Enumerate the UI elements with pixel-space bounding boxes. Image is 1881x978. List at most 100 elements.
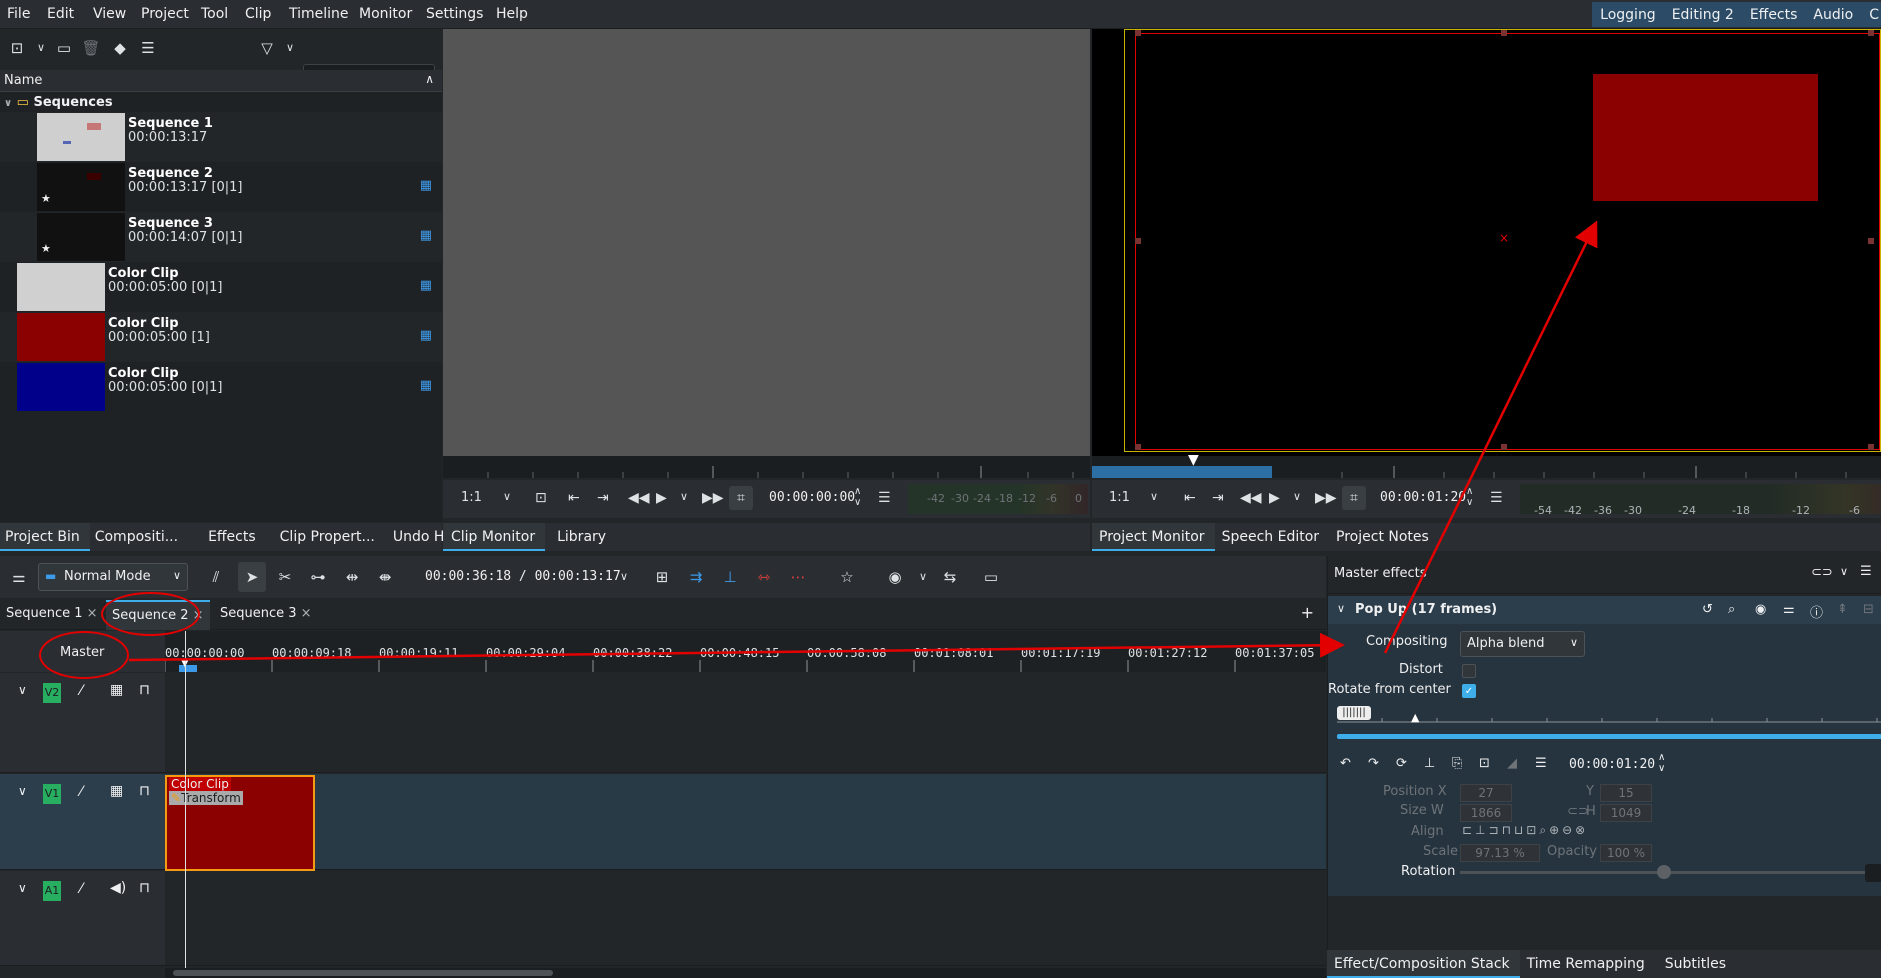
list-item[interactable]: Color Clip 00:00:05:00 [0|1] ▦	[0, 262, 442, 312]
edit-mode-select[interactable]: ▬ Normal Mode ∨	[38, 563, 188, 591]
keyframe-timecode[interactable]: 00:00:01:20	[1569, 757, 1655, 772]
chevron-down-icon[interactable]: ∨	[614, 568, 634, 586]
add-sequence-icon[interactable]: +	[1301, 603, 1314, 622]
razor-tool-icon[interactable]: ✂	[275, 568, 295, 586]
lock-icon[interactable]: ⊓	[139, 682, 150, 698]
tab-sequence-1[interactable]: Sequence 1 ×	[6, 606, 98, 621]
subtitle-icon[interactable]: ▭	[981, 568, 1001, 586]
spin-arrows-icon[interactable]: ∧ ∨	[854, 486, 861, 508]
rotate-center-checkbox[interactable]: ✓	[1462, 684, 1476, 698]
film-icon[interactable]: ▦	[110, 682, 123, 698]
crop-icon[interactable]: ⌗	[1342, 486, 1366, 510]
menu-clip[interactable]: Clip	[245, 6, 271, 22]
compare-icon[interactable]: ⊂⊃	[1811, 565, 1833, 580]
track-header-v2[interactable]: ∨ V2 ⁄ ▦ ⊓	[0, 673, 165, 773]
spin-arrows-icon[interactable]: ∧ ∨	[1658, 752, 1665, 774]
tab-effect-stack[interactable]: Effect/Composition Stack	[1327, 950, 1520, 978]
rotation-slider[interactable]	[1460, 865, 1870, 879]
keyframe-ruler[interactable]: ||||||| ▲	[1337, 706, 1881, 728]
align-icons[interactable]: ⊏⊥⊐⊓⊔⊡⌕⊕⊖⊗	[1462, 823, 1588, 838]
menu-icon[interactable]: ☰	[1535, 756, 1547, 771]
layout-more[interactable]: C	[1861, 7, 1881, 23]
menu-view[interactable]: View	[93, 6, 126, 22]
chevron-down-icon[interactable]: ∨	[1150, 490, 1158, 503]
track-tag[interactable]: V2	[43, 683, 61, 703]
list-item[interactable]: Color Clip 00:00:05:00 [0|1] ▦	[0, 362, 442, 412]
collapse-icon[interactable]: ∨	[18, 881, 27, 895]
set-in-icon[interactable]: ⇤	[1184, 490, 1196, 506]
menu-icon[interactable]: ☰	[138, 39, 158, 57]
speaker-icon[interactable]: ◀)	[110, 880, 126, 896]
chevron-down-icon[interactable]: ∨	[1293, 490, 1301, 503]
zoom-select[interactable]: 1:1	[461, 490, 482, 505]
timeline-clip[interactable]: Color Clip ✎Transform	[165, 775, 315, 871]
favorite-icon[interactable]: ☆	[837, 568, 857, 586]
opacity-field[interactable]: 100 %	[1600, 844, 1652, 862]
track-a1[interactable]	[165, 871, 1326, 966]
tab-speech-editor[interactable]: Speech Editor	[1215, 523, 1329, 551]
menu-icon[interactable]: ☰	[1860, 564, 1872, 579]
add-clip-icon[interactable]: ⊡	[7, 39, 27, 57]
crop-icon[interactable]: ⌗	[729, 486, 753, 510]
chevron-down-icon[interactable]: ∨	[280, 39, 300, 57]
chevron-down-icon[interactable]: ∨	[1840, 565, 1848, 578]
project-monitor-ruler[interactable]: ▼	[1092, 452, 1881, 478]
list-item[interactable]: Color Clip 00:00:05:00 [1] ▦	[0, 312, 442, 362]
reset-icon[interactable]: ↺	[1702, 602, 1713, 617]
tag-icon[interactable]: ◆	[110, 39, 130, 57]
zoom-select[interactable]: 1:1	[1109, 490, 1130, 505]
chevron-up-icon[interactable]: ∧	[425, 72, 434, 86]
tab-library[interactable]: Library	[545, 523, 616, 551]
tab-project-bin[interactable]: Project Bin	[0, 523, 90, 551]
effects-wand-icon[interactable]: ⁄	[80, 784, 82, 800]
collapse-icon[interactable]: ∨	[18, 683, 27, 697]
tab-compositions[interactable]: Compositi...	[90, 523, 188, 551]
chevron-down-icon[interactable]: ∨	[913, 568, 933, 586]
chevron-down-icon[interactable]: ∨	[1337, 602, 1345, 615]
track-v1[interactable]: Color Clip ✎Transform	[165, 774, 1326, 871]
rewind-icon[interactable]: ◀◀	[628, 490, 650, 506]
insert-icon[interactable]: ⊞	[652, 568, 672, 586]
y-field[interactable]: 15	[1600, 784, 1652, 802]
slider-handle[interactable]	[1657, 865, 1671, 879]
copy-icon[interactable]: ⎘	[1452, 756, 1462, 771]
set-out-icon[interactable]: ⇥	[597, 490, 609, 506]
trash-icon[interactable]: 🗑	[81, 39, 101, 57]
list-item[interactable]: ★ Sequence 3 00:00:14:07 [0|1] ▦	[0, 212, 442, 262]
set-in-icon[interactable]: ⇤	[568, 490, 580, 506]
layout-effects[interactable]: Effects	[1742, 7, 1806, 23]
scrollbar-handle[interactable]	[173, 970, 553, 976]
clip-monitor-view[interactable]	[443, 29, 1090, 456]
compositing-select[interactable]: Alpha blend ∨	[1460, 631, 1585, 657]
spacer-tool-icon[interactable]: ⫽	[206, 568, 226, 586]
menu-help[interactable]: Help	[496, 6, 528, 22]
track-v2[interactable]	[165, 673, 1326, 773]
folder-icon[interactable]: ▭	[54, 39, 74, 57]
add-keyframe-icon[interactable]: ⟳	[1396, 756, 1407, 771]
record-icon[interactable]: ◉	[885, 568, 905, 586]
layout-audio[interactable]: Audio	[1805, 7, 1861, 23]
timeline-scrollbar[interactable]	[165, 968, 1326, 978]
track-header-v1[interactable]: ∨ V1 ⁄ ▦ ⊓	[0, 774, 165, 870]
play-icon[interactable]: ▶	[656, 490, 667, 506]
roll-tool-icon[interactable]: ⇼	[375, 568, 395, 586]
tab-subtitles[interactable]: Subtitles	[1655, 950, 1736, 978]
track-tag[interactable]: V1	[43, 784, 61, 804]
tab-effects[interactable]: Effects	[188, 523, 266, 551]
h-field[interactable]: 1049	[1600, 804, 1652, 822]
distort-checkbox[interactable]	[1462, 664, 1476, 678]
eye-icon[interactable]: ◉	[1755, 602, 1766, 617]
film-icon[interactable]: ▦	[110, 783, 123, 799]
overwrite-icon[interactable]: ⇉	[686, 568, 706, 586]
mixer-icon[interactable]: ⇆	[940, 568, 960, 586]
lock-icon[interactable]: ⊓	[139, 783, 150, 799]
collapse-icon[interactable]: ∨	[18, 784, 27, 798]
tab-time-remapping[interactable]: Time Remapping	[1520, 950, 1655, 978]
next-keyframe-icon[interactable]: ↷	[1368, 756, 1379, 771]
list-item[interactable]: Sequence 1 00:00:13:17	[0, 112, 442, 162]
lock-icon[interactable]: ⊓	[139, 880, 150, 896]
scale-field[interactable]: 97.13 %	[1460, 844, 1540, 862]
layout-logging[interactable]: Logging	[1592, 7, 1664, 23]
chevron-down-icon[interactable]: ∨	[31, 39, 51, 57]
effects-wand-icon[interactable]: ⁄	[80, 881, 82, 897]
